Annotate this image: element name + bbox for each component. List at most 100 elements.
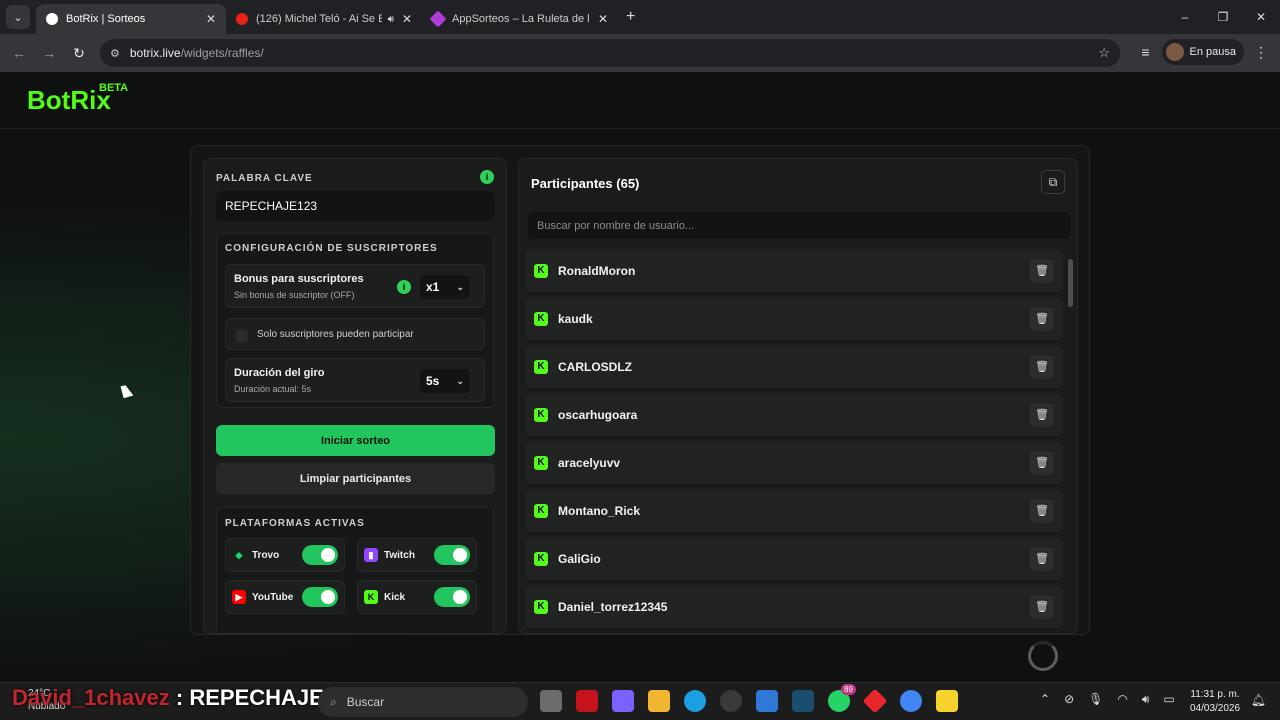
file-explorer-icon[interactable] bbox=[648, 690, 670, 712]
browser-toolbar: ← → ↻ ⚙ botrix.live/widgets/raffles/ ☆ ≡… bbox=[0, 34, 1280, 72]
close-tab-icon[interactable]: ✕ bbox=[598, 12, 608, 26]
only-subscribers-checkbox[interactable] bbox=[236, 330, 248, 342]
bonus-multiplier-select[interactable]: x1 ⌄ bbox=[420, 275, 470, 299]
trash-icon[interactable]: 🗑︎ bbox=[1030, 402, 1054, 427]
twitch-toggle[interactable] bbox=[434, 545, 470, 565]
browser-tab-bar: ⌄ BotRix | Sorteos ✕ (126) Michel Teló -… bbox=[0, 0, 1280, 34]
kick-icon: K bbox=[534, 455, 548, 470]
battery-icon[interactable]: ▭ bbox=[1163, 692, 1174, 707]
overlay-separator: : bbox=[169, 685, 190, 710]
duration-title: Duración del giro bbox=[234, 367, 325, 379]
kick-icon: K bbox=[534, 551, 548, 566]
keyword-input[interactable]: REPECHAJE123 bbox=[216, 191, 494, 221]
media-control-icon[interactable]: ≡ bbox=[1141, 44, 1149, 60]
sticky-notes-icon[interactable] bbox=[936, 690, 958, 712]
start-raffle-button[interactable]: Iniciar sorteo bbox=[216, 425, 495, 456]
only-subscribers-row[interactable]: Solo suscriptores pueden participar bbox=[225, 318, 485, 350]
chevron-down-icon: ⌄ bbox=[456, 281, 464, 292]
participant-list: K RonaldMoron 🗑︎ K kaudk 🗑︎ K CARLOSDLZ … bbox=[525, 249, 1063, 633]
task-view-icon[interactable] bbox=[540, 690, 562, 712]
menu-kebab-icon[interactable]: ⋮ bbox=[1254, 44, 1268, 61]
tab-title: (126) Michel Teló - Ai Se Eu bbox=[256, 13, 382, 25]
edge-icon[interactable] bbox=[684, 690, 706, 712]
site-info-icon[interactable]: ⚙ bbox=[110, 47, 120, 60]
list-item: K Daniel_torrez12345 🗑︎ bbox=[525, 585, 1063, 628]
network-off-icon[interactable]: ⊘ bbox=[1064, 692, 1074, 707]
trash-icon[interactable]: 🗑︎ bbox=[1030, 258, 1054, 283]
trovo-toggle[interactable] bbox=[302, 545, 338, 565]
taskbar-clock[interactable]: 11:31 p. m. 04/03/2026 bbox=[1190, 688, 1240, 716]
spin-duration-row: Duración del giro Duración actual: 5s 5s… bbox=[225, 358, 485, 402]
duration-select[interactable]: 5s ⌄ bbox=[420, 369, 470, 393]
bonus-value: x1 bbox=[426, 280, 440, 294]
platform-name: Trovo bbox=[252, 549, 280, 561]
forward-icon[interactable]: → bbox=[34, 45, 64, 61]
app-header: BotRix BETA bbox=[0, 72, 1280, 129]
netflix-icon[interactable] bbox=[576, 690, 598, 712]
microphone-icon[interactable]: 🎙︎ bbox=[1088, 692, 1103, 707]
close-window-icon[interactable]: ✕ bbox=[1242, 0, 1280, 34]
participant-name: oscarhugoara bbox=[558, 407, 638, 422]
platform-youtube: ▶ YouTube bbox=[225, 580, 345, 614]
back-icon[interactable]: ← bbox=[4, 45, 34, 61]
platform-name: Twitch bbox=[384, 549, 415, 561]
list-item: K CARLOSDLZ 🗑︎ bbox=[525, 345, 1063, 388]
new-tab-icon[interactable]: + bbox=[626, 8, 635, 26]
bonus-info-icon[interactable]: i bbox=[397, 280, 411, 294]
disney-plus-icon[interactable] bbox=[792, 690, 814, 712]
close-tab-icon[interactable]: ✕ bbox=[206, 12, 216, 26]
settings-panel: PALABRA CLAVE i REPECHAJE123 CONFIGURACI… bbox=[203, 158, 507, 634]
botrix-logo[interactable]: BotRix BETA bbox=[27, 82, 128, 116]
overlay-username: David_1chavez bbox=[12, 685, 170, 710]
settings-app-icon[interactable] bbox=[720, 690, 742, 712]
profile-button[interactable]: En pausa bbox=[1161, 39, 1244, 65]
participants-title: Participantes (65) bbox=[531, 176, 640, 191]
scrollbar-thumb[interactable] bbox=[1068, 259, 1073, 307]
store-icon[interactable] bbox=[756, 690, 778, 712]
search-icon: ⌕ bbox=[330, 694, 337, 709]
list-item: K Montano_Rick 🗑︎ bbox=[525, 489, 1063, 532]
mouse-cursor-icon bbox=[120, 383, 134, 399]
bookmark-star-icon[interactable]: ☆ bbox=[1098, 45, 1110, 61]
chrome-icon[interactable] bbox=[900, 690, 922, 712]
twitch-icon: ▮ bbox=[364, 548, 378, 562]
platform-kick: K Kick bbox=[357, 580, 477, 614]
clear-participants-button[interactable]: Limpiar participantes bbox=[216, 463, 495, 494]
tab-appsorteos[interactable]: AppSorteos – La Ruleta de la Su ✕ bbox=[422, 4, 618, 34]
youtube-toggle[interactable] bbox=[302, 587, 338, 607]
trash-icon[interactable]: 🗑︎ bbox=[1030, 450, 1054, 475]
trash-icon[interactable]: 🗑︎ bbox=[1030, 546, 1054, 571]
url-path: /widgets/raffles/ bbox=[180, 46, 264, 60]
maximize-icon[interactable]: ❐ bbox=[1204, 0, 1242, 34]
reload-icon[interactable]: ↻ bbox=[64, 45, 94, 62]
taskbar-search[interactable]: ⌕ Buscar bbox=[318, 687, 528, 717]
tab-search-button[interactable]: ⌄ bbox=[6, 5, 30, 29]
chevron-up-icon[interactable]: ⌃ bbox=[1040, 692, 1050, 707]
trash-icon[interactable]: 🗑︎ bbox=[1030, 498, 1054, 523]
kick-toggle[interactable] bbox=[434, 587, 470, 607]
participant-search-input[interactable]: Buscar por nombre de usuario... bbox=[528, 212, 1070, 239]
address-bar[interactable]: ⚙ botrix.live/widgets/raffles/ ☆ bbox=[100, 39, 1120, 67]
anydesk-icon[interactable] bbox=[862, 688, 888, 714]
tab-youtube[interactable]: (126) Michel Teló - Ai Se Eu 🔊︎ ✕ bbox=[226, 4, 422, 34]
chat-overlay: David_1chavez : REPECHAJE123 bbox=[12, 685, 361, 711]
trash-icon[interactable]: 🗑︎ bbox=[1030, 306, 1054, 331]
notification-bell-icon[interactable]: 🔔︎ bbox=[1251, 693, 1266, 707]
whatsapp-icon[interactable]: 89 bbox=[828, 684, 856, 712]
volume-icon[interactable]: 🔊︎ bbox=[1142, 692, 1150, 707]
copilot-icon[interactable] bbox=[612, 690, 634, 712]
wifi-icon[interactable]: ◠ bbox=[1117, 692, 1127, 707]
participant-name: Daniel_torrez12345 bbox=[558, 599, 668, 614]
participant-scrollbar[interactable] bbox=[1068, 253, 1073, 629]
trash-icon[interactable]: 🗑︎ bbox=[1030, 354, 1054, 379]
info-icon[interactable]: i bbox=[480, 170, 494, 184]
only-subscribers-label: Solo suscriptores pueden participar bbox=[257, 329, 414, 340]
close-tab-icon[interactable]: ✕ bbox=[402, 12, 412, 26]
speaker-icon[interactable]: 🔊︎ bbox=[388, 14, 394, 25]
tab-botrix[interactable]: BotRix | Sorteos ✕ bbox=[36, 4, 226, 34]
copy-icon[interactable]: ⧉ bbox=[1041, 170, 1065, 194]
minimize-icon[interactable]: – bbox=[1166, 0, 1204, 34]
trash-icon[interactable]: 🗑︎ bbox=[1030, 594, 1054, 619]
notification-badge: 89 bbox=[841, 684, 856, 695]
search-label: Buscar bbox=[346, 695, 385, 709]
